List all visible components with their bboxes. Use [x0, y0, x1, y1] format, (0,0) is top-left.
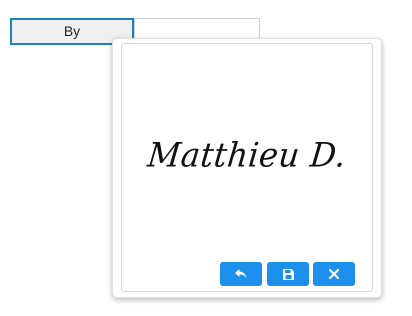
signature-popup: Matthieu D. — [112, 38, 382, 298]
undo-arrow-icon — [235, 269, 247, 279]
undo-button[interactable] — [220, 262, 262, 286]
signature-pad[interactable]: Matthieu D. — [121, 43, 373, 292]
close-x-icon — [329, 269, 339, 279]
save-button[interactable] — [267, 262, 309, 286]
close-button[interactable] — [313, 262, 355, 286]
signature-drawing: Matthieu D. — [145, 135, 349, 175]
floppy-disk-icon — [282, 268, 294, 280]
signature-form: By Matthieu D. — [0, 0, 412, 316]
